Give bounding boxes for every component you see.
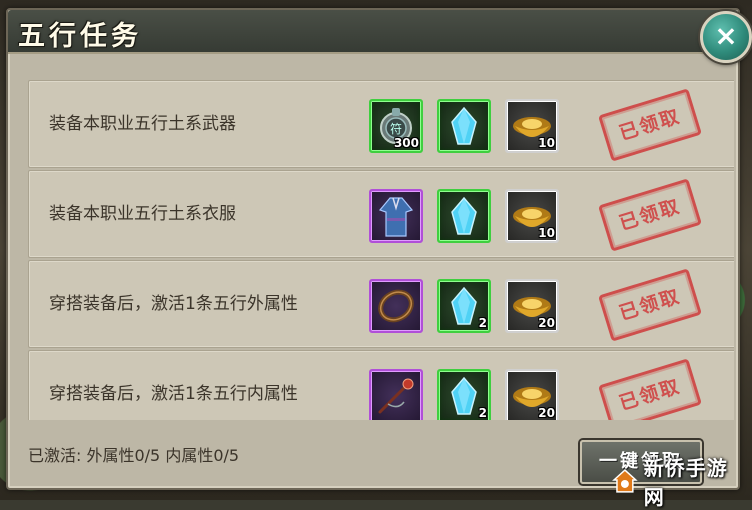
watermark-logo-icon xyxy=(612,469,638,493)
task-label: 装备本职业五行土系武器 xyxy=(49,114,236,134)
claimed-stamp: 已领取 xyxy=(598,268,702,342)
blue-crystal-icon xyxy=(451,196,477,235)
reward-slot-gold-ingot[interactable]: 10 xyxy=(505,189,559,243)
site-watermark: 新侨手游网 xyxy=(612,456,748,509)
task-label: 穿搭装备后，激活1条五行内属性 xyxy=(49,384,298,404)
title-bar: 五行任务 xyxy=(8,10,738,54)
reward-slot-robe[interactable] xyxy=(369,189,423,243)
blue-robe-icon xyxy=(378,197,414,237)
reward-slot-hairpin[interactable] xyxy=(369,369,423,420)
reward-quantity: 2 xyxy=(478,406,487,420)
reward-quantity: 10 xyxy=(538,226,555,240)
reward-slot-bracelet[interactable] xyxy=(369,279,423,333)
blue-crystal-icon xyxy=(451,106,477,145)
reward-slot-crystal[interactable]: 2 xyxy=(437,369,491,420)
panel-title: 五行任务 xyxy=(18,21,142,52)
svg-text:符: 符 xyxy=(390,121,402,136)
watermark-text: 新侨手游网 xyxy=(643,456,728,509)
task-label: 装备本职业五行土系衣服 xyxy=(49,204,236,224)
activation-status: 已激活: 外属性0/5 内属性0/5 xyxy=(28,446,240,465)
hairpin-icon xyxy=(378,378,414,414)
reward-slot-crystal[interactable]: 2 xyxy=(437,279,491,333)
close-icon: × xyxy=(714,19,738,52)
bracelet-icon xyxy=(378,289,414,323)
reward-quantity: 10 xyxy=(538,136,555,150)
reward-quantity: 2 xyxy=(478,316,487,330)
reward-slot-gold-ingot[interactable]: 20 xyxy=(505,369,559,420)
task-row: 装备本职业五行土系武器 符 300 10 已领取 xyxy=(28,80,734,168)
claimed-stamp: 已领取 xyxy=(598,358,702,420)
reward-quantity: 300 xyxy=(393,136,419,150)
claimed-stamp: 已领取 xyxy=(598,178,702,252)
reward-slot-crystal[interactable] xyxy=(437,189,491,243)
reward-slot-crystal[interactable] xyxy=(437,99,491,153)
task-row: 装备本职业五行土系衣服 10 已领取 xyxy=(28,170,734,258)
reward-slot-gold-ingot[interactable]: 20 xyxy=(505,279,559,333)
reward-quantity: 20 xyxy=(538,316,555,330)
task-label: 穿搭装备后，激活1条五行外属性 xyxy=(49,294,298,314)
task-row: 穿搭装备后，激活1条五行外属性 2 20 已领取 xyxy=(28,260,734,348)
reward-slot-ward-medallion[interactable]: 符 300 xyxy=(369,99,423,153)
task-row: 穿搭装备后，激活1条五行内属性 2 20 已领取 xyxy=(28,350,734,420)
reward-quantity: 20 xyxy=(538,406,555,420)
close-button[interactable]: × xyxy=(700,11,752,63)
reward-slot-gold-ingot[interactable]: 10 xyxy=(505,99,559,153)
five-elements-task-panel: 五行任务 装备本职业五行土系武器 符 300 10 已领取 装备本职业五行土系衣… xyxy=(6,8,740,490)
task-list[interactable]: 装备本职业五行土系武器 符 300 10 已领取 装备本职业五行土系衣服 10 … xyxy=(28,80,734,420)
claimed-stamp: 已领取 xyxy=(598,88,702,162)
